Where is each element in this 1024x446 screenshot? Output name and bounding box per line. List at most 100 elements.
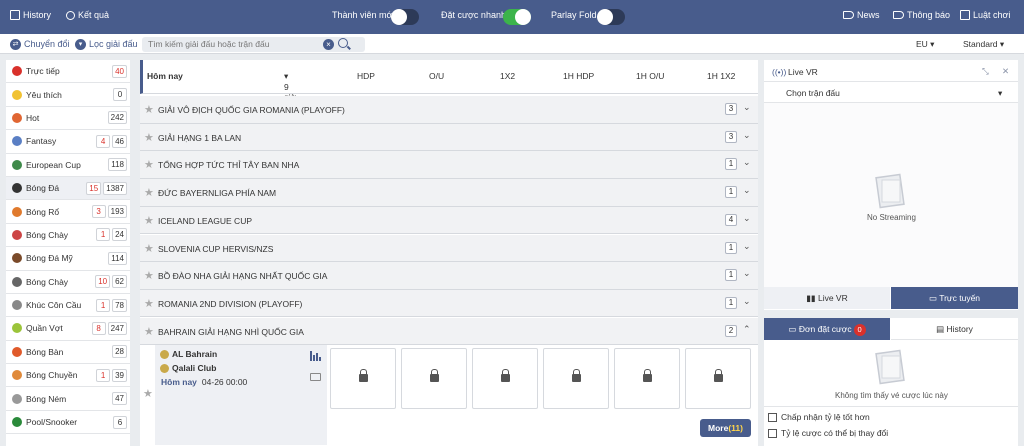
chevron-down-icon[interactable]: ⌄ (743, 268, 751, 279)
odds-format-select[interactable]: EU ▾ (916, 39, 934, 50)
chevron-down-icon[interactable]: ⌄ (743, 102, 751, 113)
minimize-icon[interactable]: ⤡ (982, 66, 989, 77)
tab-bet-slip[interactable]: ▭ Đơn đặt cược 0 (764, 318, 890, 340)
odds-change-checkbox[interactable]: Tỷ lệ cược có thể bị thay đổi (768, 428, 888, 438)
notifications-link[interactable]: Thông báo (893, 10, 950, 20)
odds-cell-hdp[interactable] (330, 348, 396, 409)
chevron-down-icon[interactable]: ⌄ (743, 157, 751, 168)
sidebar-item[interactable]: Pool/Snooker 6 (6, 411, 130, 435)
league-row[interactable]: ★ SLOVENIA CUP HERVIS/NZS 1 ⌄ (140, 234, 758, 262)
sidebar-item[interactable]: Bóng Rổ 3 193 (6, 200, 130, 224)
sidebar-item[interactable]: Quần Vợt 8 247 (6, 317, 130, 341)
tab-live-vr[interactable]: ▮▮ Live VR (764, 287, 890, 309)
match-count-badge: 1 (725, 296, 737, 309)
league-row[interactable]: ★ ICELAND LEAGUE CUP 4 ⌄ (140, 206, 758, 235)
sidebar-item[interactable]: Hot 242 (6, 107, 130, 131)
odds-cell-1h-1x2[interactable] (685, 348, 751, 409)
sidebar-item-label: Khúc Côn Cầu (26, 300, 82, 311)
select-match-dropdown[interactable]: Chọn trận đấu (786, 88, 840, 98)
favorite-star-icon[interactable]: ★ (144, 325, 154, 338)
sidebar-item-label: Hot (26, 112, 40, 123)
favorite-star-icon[interactable]: ★ (144, 269, 154, 282)
checkbox-box[interactable] (768, 412, 777, 422)
sport-icon (12, 276, 22, 287)
tab-history[interactable]: ▤ History (891, 318, 1018, 340)
main-content: Hôm nay 9 giờ tới ▾ HDP O/U 1X2 1H HDP 1… (140, 60, 758, 446)
new-member-toggle[interactable] (391, 9, 419, 25)
sidebar-item[interactable]: Bóng Ném 47 (6, 387, 130, 411)
team-logo-icon (160, 363, 169, 373)
sidebar-item[interactable]: Fantasy 4 46 (6, 130, 130, 154)
close-icon[interactable]: ✕ (1002, 66, 1009, 77)
news-label: News (857, 10, 880, 20)
sidebar-item[interactable]: Bóng Chày 1 24 (6, 224, 130, 248)
news-link[interactable]: News (843, 10, 880, 20)
switch-button[interactable]: ⇄ Chuyển đổi (10, 37, 70, 51)
stats-icon[interactable] (310, 351, 322, 361)
count-badge: 3 (91, 205, 106, 219)
sidebar-item[interactable]: Bóng Chuyền 1 39 (6, 364, 130, 388)
no-streaming-text: No Streaming (867, 213, 916, 222)
odds-cell-ou[interactable] (401, 348, 467, 409)
chevron-down-icon[interactable]: ⌄ (743, 241, 751, 252)
tab-online[interactable]: ▭ Trực tuyến (891, 287, 1018, 309)
chevron-down-icon[interactable]: ▾ (998, 88, 1002, 99)
odds-cell-1x2[interactable] (472, 348, 538, 409)
sidebar-item[interactable]: Bóng Chày 10 62 (6, 271, 130, 294)
league-row[interactable]: ★ ĐỨC BAYERNLIGA PHÍA NAM 1 ⌄ (140, 179, 758, 207)
sidebar-item[interactable]: Khúc Côn Cầu 1 78 (6, 294, 130, 318)
favorite-star-icon[interactable]: ★ (144, 131, 154, 144)
sidebar-item[interactable]: Trực tiếp 40 (6, 60, 130, 84)
count-badge: 47 (112, 392, 127, 406)
view-mode-value: Standard (963, 39, 998, 49)
chevron-down-icon[interactable]: ⌄ (743, 185, 751, 196)
odds-cell-1h-hdp[interactable] (543, 348, 609, 409)
sidebar-item[interactable]: Yêu thích 0 (6, 83, 130, 107)
accept-better-odds-checkbox[interactable]: Chấp nhận tỷ lệ tốt hơn (768, 412, 870, 422)
parlay-fold-toggle[interactable] (597, 9, 625, 25)
rules-link[interactable]: Luật chơi (960, 10, 1010, 20)
time-filter-select[interactable]: 9 giờ tới ▾ (284, 71, 296, 112)
clear-icon[interactable]: × (323, 39, 334, 50)
sport-icon (12, 159, 22, 170)
chevron-down-icon[interactable]: ⌄ (743, 296, 751, 307)
match-info[interactable]: ★ AL Bahrain Qalali Club Hôm nay 04-26 00… (143, 345, 327, 445)
favorite-star-icon[interactable]: ★ (144, 297, 154, 310)
favorite-star-icon[interactable]: ★ (144, 103, 154, 116)
odds-cell-1h-ou[interactable] (614, 348, 680, 409)
league-row[interactable]: ★ GIẢI HẠNG 1 BA LAN 3 ⌄ (140, 123, 758, 152)
quick-bet-toggle[interactable] (503, 9, 531, 25)
more-markets-button[interactable]: More(11) (700, 419, 751, 437)
league-row[interactable]: ★ GIẢI VÔ ĐỊCH QUỐC GIA ROMANIA (PLAYOFF)… (140, 96, 758, 124)
match-time: Hôm nay 04-26 00:00 (161, 377, 247, 387)
league-row[interactable]: ★ TỔNG HỢP TỨC THỈ TÂY BAN NHA 1 ⌄ (140, 151, 758, 179)
count-badge: 1 (96, 228, 111, 242)
league-row[interactable]: ★ ROMANIA 2ND DIVISION (PLAYOFF) 1 ⌄ (140, 289, 758, 318)
search-input[interactable] (148, 38, 318, 50)
sidebar-item[interactable]: Bóng Bàn 28 (6, 341, 130, 365)
favorite-star-icon[interactable]: ★ (144, 158, 154, 171)
search-icon[interactable] (338, 38, 348, 48)
history-link[interactable]: History (10, 10, 51, 20)
favorite-star-icon[interactable]: ★ (144, 186, 154, 199)
chevron-down-icon[interactable]: ⌄ (743, 213, 751, 224)
tv-icon[interactable] (310, 373, 321, 381)
chevron-up-icon[interactable]: ⌃ (743, 324, 751, 335)
sidebar-item-label: Trực tiếp (26, 66, 60, 77)
results-link[interactable]: Kết quả (66, 10, 109, 20)
league-row[interactable]: ★ BAHRAIN GIẢI HẠNG NHÌ QUỐC GIA 2 ⌃ (140, 317, 758, 346)
league-filter-button[interactable]: ▾ Lọc giải đấu (75, 37, 138, 51)
filter-icon: ▾ (75, 38, 86, 50)
checkbox-box[interactable] (768, 428, 777, 438)
favorite-star-icon[interactable]: ★ (144, 242, 154, 255)
league-row[interactable]: ★ BỒ ĐÀO NHA GIẢI HẠNG NHẤT QUỐC GIA 1 ⌄ (140, 262, 758, 290)
view-mode-select[interactable]: Standard ▾ (963, 39, 1004, 50)
sidebar-item[interactable]: Bóng Đá Mỹ 114 (6, 247, 130, 271)
chevron-down-icon[interactable]: ⌄ (743, 130, 751, 141)
favorite-star-icon[interactable]: ★ (144, 214, 154, 227)
sidebar-item[interactable]: Bóng Đá 15 1387 (6, 176, 130, 201)
favorite-star-icon[interactable]: ★ (143, 387, 153, 400)
sidebar-item[interactable]: European Cup 118 (6, 154, 130, 177)
league-name: ROMANIA 2ND DIVISION (PLAYOFF) (158, 298, 303, 309)
league-name: ICELAND LEAGUE CUP (158, 215, 252, 226)
